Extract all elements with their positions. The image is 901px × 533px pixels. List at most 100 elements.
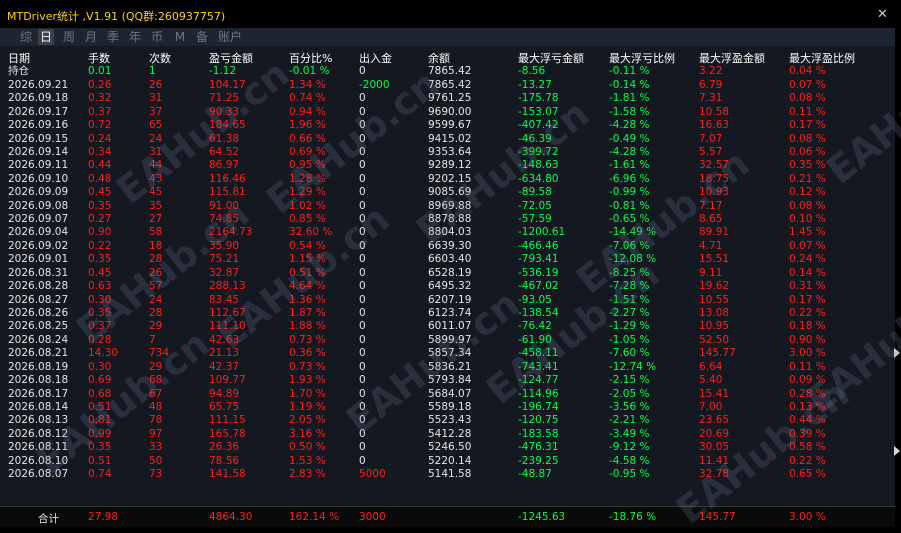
table-cell: 7 [149, 333, 156, 346]
table-row[interactable]: 2026.08.13 0.81 78 111.15 2.05 % 0 5523.43 -120… [0, 414, 895, 427]
table-cell: 0 [359, 320, 366, 333]
tab-2[interactable]: 周 [61, 29, 77, 45]
table-cell: 10.95 [699, 320, 730, 333]
table-cell: 9353.64 [428, 145, 472, 158]
table-cell: -2.27 % [609, 306, 650, 319]
table-row[interactable]: 2026.09.10 0.48 43 116.46 1.28 % 0 9202.15 -634… [0, 173, 895, 186]
table-row[interactable]: 2026.09.08 0.35 35 91.00 1.02 % 0 8969.88 -72.0… [0, 200, 895, 213]
table-cell: -3.56 % [609, 400, 650, 413]
table-cell: 2026.09.10 [8, 172, 69, 185]
table-cell: 0 [359, 159, 366, 172]
table-row[interactable]: 2026.08.18 0.69 68 109.77 1.93 % 0 5793.84 -124… [0, 374, 895, 387]
table-cell: 2026.09.21 [8, 78, 69, 91]
table-row[interactable]: 2026.08.17 0.68 67 94.89 1.70 % 0 5684.07 -114.… [0, 388, 895, 401]
table-cell: 29 [149, 360, 163, 373]
window-title: MTDriver统计 ,V1.91 (QQ群:260937757) [7, 10, 226, 23]
tab-3[interactable]: 月 [83, 29, 99, 45]
table-cell: 19.62 [699, 280, 730, 293]
table-row[interactable]: 2026.08.26 0.35 28 112.67 1.87 % 0 6123.74 -138… [0, 307, 895, 320]
table-row[interactable]: 2026.08.11 0.35 33 26.36 0.50 % 0 5246.50 -476.… [0, 441, 895, 454]
tab-0[interactable]: 综 [18, 29, 34, 45]
holding-row[interactable]: 持仓 0.01 1 -1.12 -0.01 % 0 7865.42 -8.56 -0.11 % 3… [0, 65, 895, 78]
tab-7[interactable]: M [173, 29, 187, 45]
table-row[interactable]: 2026.08.28 0.63 57 288.13 4.64 % 0 6495.32 -467… [0, 280, 895, 293]
table-cell: 4.64 % [289, 280, 326, 293]
table-cell: 71.25 [209, 92, 240, 105]
table-cell: 75.21 [209, 253, 240, 266]
table-cell: 6603.40 [428, 253, 472, 266]
resize-grip-icon[interactable] [894, 348, 900, 358]
table-cell: 1.36 % [289, 293, 326, 306]
table-row[interactable]: 2026.09.17 0.37 37 90.33 0.94 % 0 9690.00 -153.… [0, 106, 895, 119]
table-cell: 2026.08.18 [8, 374, 69, 387]
table-cell: 2026.09.15 [8, 132, 69, 145]
table-row[interactable]: 2026.09.01 0.35 28 75.21 1.15 % 0 6603.40 -793.… [0, 253, 895, 266]
table-row[interactable]: 2026.08.12 0.99 97 165.78 3.16 % 0 5412.28 -183… [0, 428, 895, 441]
table-row[interactable]: 2026.09.04 0.90 58 2164.73 32.60 % 0 8804.03 -1… [0, 226, 895, 239]
table-cell: -114.96 [518, 387, 559, 400]
tab-5[interactable]: 年 [127, 29, 143, 45]
title-bar[interactable]: MTDriver统计 ,V1.91 (QQ群:260937757) ✕ [0, 0, 895, 28]
table-cell: 0.11 % [789, 105, 826, 118]
table-row[interactable]: 2026.08.31 0.45 26 32.87 0.51 % 0 6528.19 -536.… [0, 267, 895, 280]
table-row[interactable]: 2026.08.21 14.30 734 21.13 0.36 % 0 5857.34 -45… [0, 347, 895, 360]
table-row[interactable]: 2026.09.09 0.45 45 115.81 1.29 % 0 9085.69 -89.… [0, 186, 895, 199]
table-cell: -138.54 [518, 306, 559, 319]
table-row[interactable]: 2026.09.15 0.24 24 61.38 0.66 % 0 9415.02 -46.3… [0, 133, 895, 146]
table-cell: 16.63 [699, 119, 730, 132]
table-cell: 0.07 % [789, 239, 826, 252]
table-cell: 29 [149, 320, 163, 333]
table-cell: 7865.42 [428, 65, 472, 78]
table-cell: 61.38 [209, 132, 240, 145]
table-cell: 0.04 % [789, 65, 826, 78]
table-cell: 6.79 [699, 78, 723, 91]
table-cell: 5246.50 [428, 441, 472, 454]
table-row[interactable]: 2026.09.11 0.44 44 86.97 0.95 % 0 9289.12 -148.… [0, 159, 895, 172]
table-row[interactable]: 2026.09.14 0.34 31 64.52 0.69 % 0 9353.64 -399.… [0, 146, 895, 159]
tab-8[interactable]: 备 [194, 29, 210, 45]
table-row[interactable]: 2026.08.07 0.74 73 141.58 2.83 % 5000 5141.58 -… [0, 468, 895, 481]
tab-6[interactable]: 币 [149, 29, 165, 45]
table-cell: 0.51 [88, 400, 112, 413]
table-row[interactable]: 2026.09.21 0.26 26 104.17 1.34 % -2000 7865.42… [0, 79, 895, 92]
table-cell: 6.64 [699, 360, 723, 373]
table-cell: 83.45 [209, 293, 240, 306]
table-row[interactable]: 2026.08.14 0.51 48 65.75 1.19 % 0 5589.18 -196.… [0, 401, 895, 414]
table-cell: 1.87 % [289, 306, 326, 319]
close-icon[interactable]: ✕ [877, 7, 888, 22]
table-row[interactable]: 2026.08.19 0.30 29 42.37 0.73 % 0 5836.21 -743.… [0, 361, 895, 374]
table-row[interactable]: 2026.09.02 0.22 18 35.90 0.54 % 0 6639.30 -466.… [0, 240, 895, 253]
table-cell: -1.58 % [609, 105, 650, 118]
table-row[interactable]: 2026.09.16 0.72 65 184.65 1.96 % 0 9599.67 -407… [0, 119, 895, 132]
table-row[interactable]: 2026.08.24 0.28 7 42.63 0.73 % 0 5899.97 -61.90… [0, 334, 895, 347]
table-cell: -4.28 % [609, 145, 650, 158]
table-cell: 5412.28 [428, 427, 472, 440]
table-row[interactable]: 2026.08.10 0.51 50 78.56 1.53 % 0 5220.14 -239.… [0, 455, 895, 468]
table-cell: 5589.18 [428, 400, 472, 413]
table-cell: -0.99 % [609, 186, 650, 199]
table-row[interactable]: 2026.09.18 0.32 31 71.25 0.74 % 0 9761.25 -175.… [0, 92, 895, 105]
tab-1[interactable]: 日 [38, 29, 54, 45]
table-cell: 2026.08.31 [8, 266, 69, 279]
table-cell: 6123.74 [428, 306, 472, 319]
totals-cell: 145.77 [699, 511, 736, 523]
table-cell: -793.41 [518, 253, 559, 266]
column-header: 次数 [149, 52, 171, 65]
table-row[interactable]: 2026.09.07 0.27 27 74.85 0.85 % 0 8878.88 -57.5… [0, 213, 895, 226]
table-cell: 91.00 [209, 199, 240, 212]
resize-grip-icon[interactable] [894, 446, 900, 456]
table-cell: 0 [359, 400, 366, 413]
table-cell: -93.05 [518, 293, 552, 306]
table-cell: 0 [359, 347, 366, 360]
table-row[interactable]: 2026.08.27 0.30 24 83.45 1.36 % 0 6207.19 -93.0… [0, 294, 895, 307]
tab-4[interactable]: 季 [105, 29, 121, 45]
table-cell: 0 [359, 414, 366, 427]
table-cell: 0 [359, 239, 366, 252]
table-cell: 0.73 % [289, 333, 326, 346]
table-row[interactable]: 2026.08.25 0.37 29 111.10 1.88 % 0 6011.07 -76.… [0, 320, 895, 333]
table-cell: 2026.08.27 [8, 293, 69, 306]
table-cell: -1.61 % [609, 159, 650, 172]
tab-9[interactable]: 账户 [217, 29, 243, 45]
table-cell: -7.28 % [609, 280, 650, 293]
table-cell: 26 [149, 266, 163, 279]
